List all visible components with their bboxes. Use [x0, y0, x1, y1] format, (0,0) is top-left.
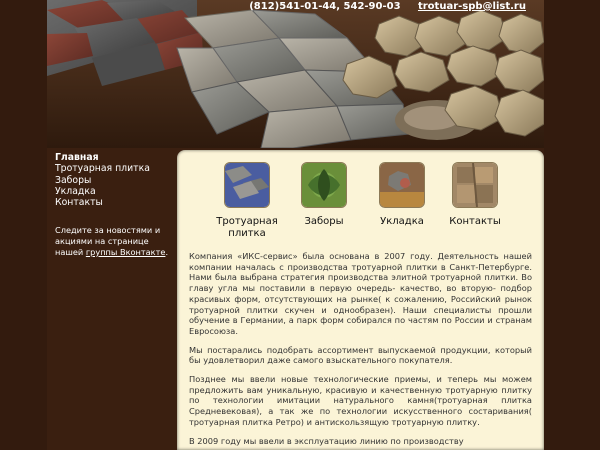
paving-tile-thumbnail	[224, 162, 270, 208]
main-content: Тротуарная плитка Заборы Укладка Контакт…	[177, 150, 544, 450]
paragraph: Компания «ИКС-сервис» была основана в 20…	[189, 251, 532, 336]
tile-label: Контакты	[449, 216, 501, 227]
tile-contacts[interactable]: Контакты	[440, 162, 510, 228]
tile-label: Заборы	[304, 216, 344, 227]
laying-thumbnail	[379, 162, 425, 208]
paragraph: Мы постарались подобрать ассортимент вып…	[189, 344, 532, 366]
tile-paving-tiles[interactable]: Тротуарная плитка	[212, 162, 282, 240]
nav-item-laying[interactable]: Укладка	[55, 186, 175, 197]
news-note: Следите за новостями и акциями на страни…	[55, 225, 175, 257]
nav-item-contacts[interactable]: Контакты	[55, 197, 175, 208]
paragraph: Позднее мы ввели новые технологические п…	[189, 374, 532, 427]
nav-item-paving-tiles[interactable]: Тротуарная плитка	[55, 163, 175, 174]
nav-item-home[interactable]: Главная	[55, 152, 175, 163]
vk-group-link[interactable]: группы Вконтакте	[86, 247, 166, 257]
left-margin	[0, 0, 47, 450]
nav-item-fences[interactable]: Заборы	[55, 175, 175, 186]
sidebar: Главная Тротуарная плитка Заборы Укладка…	[55, 152, 175, 257]
phone-numbers: (812)541-01-44, 542-90-03	[249, 1, 401, 12]
paragraph: В 2009 году мы ввели в эксплуатацию лини…	[189, 435, 464, 446]
header-contacts: (812)541-01-44, 542-90-03 trotuar-spb@li…	[249, 1, 526, 12]
email-link[interactable]: trotuar-spb@list.ru	[418, 1, 526, 12]
tile-fences[interactable]: Заборы	[289, 162, 359, 228]
page: (812)541-01-44, 542-90-03 trotuar-spb@li…	[0, 0, 600, 450]
about-text: Компания «ИКС-сервис» была основана в 20…	[189, 251, 532, 450]
contact-separator	[404, 1, 414, 12]
tile-label: Тротуарная плитка	[216, 216, 278, 239]
fence-thumbnail	[301, 162, 347, 208]
category-tiles: Тротуарная плитка Заборы Укладка Контакт…	[177, 150, 544, 240]
site-wrapper: (812)541-01-44, 542-90-03 trotuar-spb@li…	[47, 0, 544, 450]
paving-stones-banner-image	[47, 0, 544, 148]
tile-label: Укладка	[380, 216, 424, 227]
header-banner: (812)541-01-44, 542-90-03 trotuar-spb@li…	[47, 0, 544, 148]
right-margin	[544, 0, 600, 450]
tile-laying[interactable]: Укладка	[367, 162, 437, 228]
contacts-thumbnail	[452, 162, 498, 208]
news-end: .	[165, 246, 169, 257]
